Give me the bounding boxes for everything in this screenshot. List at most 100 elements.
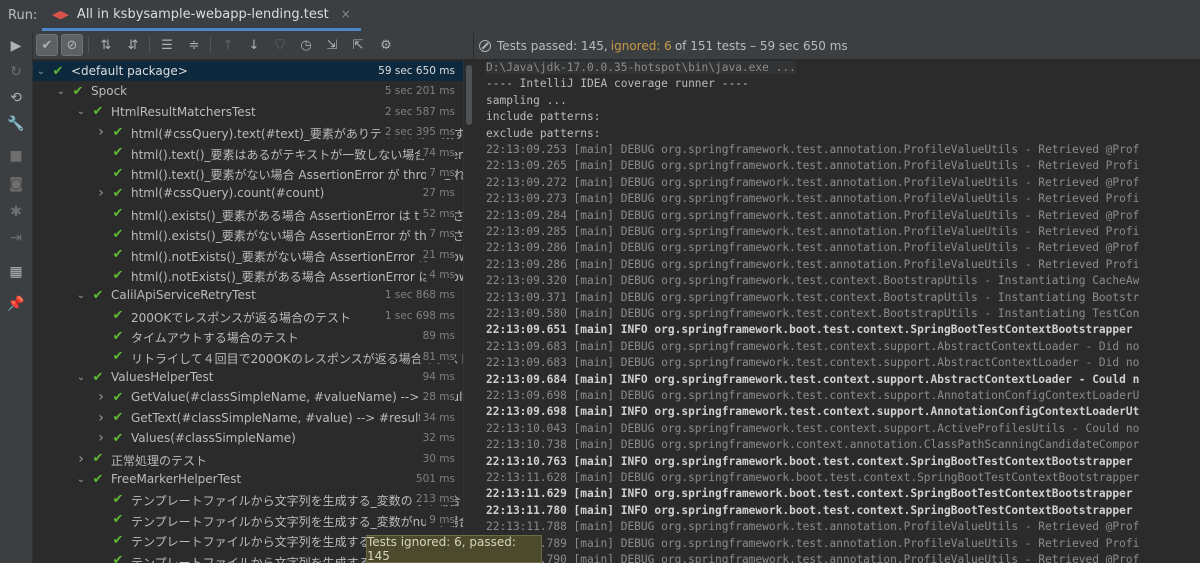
- console-line: 22:13:09.580 [main] DEBUG org.springfram…: [486, 307, 1140, 320]
- chevron-down-icon[interactable]: ⌄: [75, 471, 87, 487]
- tree-row[interactable]: ✔ html().notExists()_要素がない場合 AssertionErr…: [33, 245, 463, 265]
- console-line: 22:13:11.780 [main] INFO org.springframe…: [486, 503, 1133, 517]
- run-side-toolbar: ▶ ↻ ⟲ 🔧 ■ ◙ ✱ ⇥ ▦ 📌: [0, 32, 33, 563]
- run-config-tab[interactable]: ◀▶ All in ksbysample-webapp-lending.test…: [42, 0, 361, 31]
- tree-scrollbar[interactable]: [463, 59, 474, 563]
- rerun-failed-icon[interactable]: ↻: [6, 62, 26, 82]
- chevron-down-icon[interactable]: ⌄: [75, 104, 87, 120]
- console-line: ---- IntelliJ IDEA coverage runner ----: [486, 77, 749, 91]
- tests-passed-text: Tests passed: 145,: [497, 38, 608, 53]
- console-line: 22:13:09.698 [main] DEBUG org.springfram…: [486, 389, 1140, 402]
- test-duration: 74 ms: [419, 146, 455, 159]
- stop-icon[interactable]: ■: [6, 146, 26, 166]
- tree-row[interactable]: ⌄ ✔ HtmlResultMatchersTest 2 sec 587 ms: [33, 102, 463, 122]
- test-passed-icon: ✔: [92, 369, 104, 385]
- test-name: ValuesHelperTest: [111, 370, 214, 384]
- sort-duration-icon[interactable]: ⇵: [122, 34, 144, 56]
- tree-row[interactable]: › ✔ 正常処理のテスト 30 ms: [33, 449, 463, 469]
- console-line: 22:13:10.043 [main] DEBUG org.springfram…: [486, 421, 1140, 435]
- tree-row[interactable]: ⌄ ✔ ValuesHelperTest 94 ms: [33, 367, 463, 387]
- test-name: 正常処理のテスト: [111, 453, 208, 468]
- test-name: html(#cssQuery).count(#count): [131, 186, 325, 201]
- tree-row[interactable]: › ✔ GetValue(#classSimpleName, #valueName)…: [33, 387, 463, 407]
- wrench-icon[interactable]: 🔧: [6, 114, 26, 134]
- tree-row[interactable]: ✔ html().exists()_要素がない場合 AssertionError …: [33, 224, 463, 244]
- tree-row[interactable]: ›✔html(#cssQuery).text(#text)_要素がありテキストが…: [33, 122, 463, 142]
- console-line: include patterns:: [486, 110, 601, 124]
- test-status-bar: Tests passed: 145, ignored: 6 of 151 tes…: [474, 32, 1200, 60]
- chevron-down-icon[interactable]: ⌄: [75, 287, 87, 303]
- tests-tooltip: Tests ignored: 6, passed: 145: [366, 535, 542, 563]
- next-failed-icon[interactable]: ↓: [243, 34, 265, 56]
- scrollbar-thumb[interactable]: [466, 65, 472, 125]
- pin-icon[interactable]: 📌: [6, 294, 26, 314]
- history-icon[interactable]: ◷: [295, 34, 317, 56]
- test-duration: 89 ms: [419, 330, 455, 343]
- tree-row[interactable]: ✔ html().exists()_要素がある場合 AssertionError …: [33, 204, 463, 224]
- chevron-right-icon[interactable]: ›: [95, 430, 107, 446]
- tree-row[interactable]: › ✔ GetText(#classSimpleName, #value) --> …: [33, 408, 463, 428]
- settings-icon[interactable]: ✱: [6, 202, 26, 222]
- console-line: 22:13:09.286 [main] DEBUG org.springfram…: [486, 241, 1140, 255]
- chevron-right-icon[interactable]: ›: [95, 389, 107, 405]
- tree-row[interactable]: ✔ リトライして４回目で200OKのレスポンスが返る場合のテスト 81 ms: [33, 347, 463, 367]
- tree-row[interactable]: ✔ テンプレートファイルから文字列を生成する_変数のみの場合 213 ms: [33, 489, 463, 509]
- tree-row[interactable]: ✔ html().text()_要素がない場合 AssertionError が …: [33, 163, 463, 183]
- tree-row[interactable]: ✔ html().text()_要素はあるがテキストが一致しない場合 Assert…: [33, 143, 463, 163]
- tree-row[interactable]: ⌄ ✔ <default package> 59 sec 650 ms: [33, 61, 463, 81]
- console-line: 22:13:09.286 [main] DEBUG org.springfram…: [486, 257, 1140, 271]
- expand-all-icon[interactable]: ☰: [156, 34, 178, 56]
- camera-icon[interactable]: ◙: [6, 174, 26, 194]
- console-line: 22:13:11.790 [main] DEBUG org.springfram…: [486, 553, 1140, 563]
- tree-row[interactable]: ✔ 200OKでレスポンスが返る場合のテスト 1 sec 698 ms: [33, 306, 463, 326]
- tree-row[interactable]: ⌄ ✔ CalilApiServiceRetryTest 1 sec 868 ms: [33, 285, 463, 305]
- rerun-icon[interactable]: ▶: [6, 36, 26, 56]
- tree-row[interactable]: › ✔ html(#cssQuery).count(#count) 27 ms: [33, 183, 463, 203]
- chevron-right-icon[interactable]: ›: [75, 451, 87, 467]
- collapse-all-icon[interactable]: ≑: [183, 34, 205, 56]
- layout-icon[interactable]: ▦: [6, 262, 26, 282]
- exit-icon[interactable]: ⇥: [6, 228, 26, 248]
- import-tests-icon[interactable]: ⇲: [321, 34, 343, 56]
- close-icon[interactable]: ×: [341, 7, 351, 21]
- console-line: 22:13:10.763 [main] INFO org.springframe…: [486, 454, 1133, 468]
- coverage-shield-icon[interactable]: ⛉: [269, 34, 291, 56]
- sort-alpha-icon[interactable]: ⇅: [95, 34, 117, 56]
- tree-row[interactable]: ⌄ ✔ FreeMarkerHelperTest 501 ms: [33, 469, 463, 489]
- export-tests-icon[interactable]: ⇱: [347, 34, 369, 56]
- chevron-right-icon[interactable]: ›: [95, 185, 107, 201]
- test-passed-icon: ✔: [112, 349, 124, 365]
- tree-row[interactable]: ⌄ ✔ Spock 5 sec 201 ms: [33, 81, 463, 101]
- test-passed-icon: ✔: [112, 226, 124, 242]
- test-passed-icon: ✔: [112, 512, 124, 528]
- show-passed-icon[interactable]: ✔: [36, 34, 58, 56]
- chevron-right-icon[interactable]: ›: [95, 124, 107, 140]
- console-line: 22:13:09.265 [main] DEBUG org.springfram…: [486, 159, 1140, 173]
- show-ignored-icon[interactable]: ⊘: [61, 34, 83, 56]
- test-name: リトライして４回目で200OKのレスポンスが返る場合のテスト: [131, 351, 463, 366]
- test-passed-icon: ✔: [112, 165, 124, 181]
- chevron-down-icon[interactable]: ⌄: [35, 63, 47, 79]
- run-config-icon: ◀▶: [52, 7, 69, 21]
- test-name: Values(#classSimpleName): [131, 431, 296, 446]
- toggle-auto-test-icon[interactable]: ⟲: [6, 88, 26, 108]
- test-tree-toolbar: ✔ ⊘ ⇅ ⇵ ☰ ≑ ↑ ↓ ⛉ ◷ ⇲ ⇱ ⚙: [33, 32, 473, 60]
- tree-row[interactable]: › ✔ Values(#classSimpleName) 32 ms: [33, 428, 463, 448]
- settings-icon[interactable]: ⚙: [375, 34, 397, 56]
- chevron-right-icon[interactable]: ›: [95, 410, 107, 426]
- chevron-down-icon[interactable]: ⌄: [55, 83, 67, 99]
- test-duration: 5 sec 201 ms: [381, 85, 455, 98]
- tree-row[interactable]: ✔ タイムアウトする場合のテスト 89 ms: [33, 326, 463, 346]
- console-output[interactable]: D:\Java\jdk-17.0.0.35-hotspot\bin\java.e…: [474, 59, 1200, 563]
- test-name: html().text()_要素がない場合 AssertionError が t…: [131, 168, 463, 182]
- prev-failed-icon[interactable]: ↑: [217, 34, 239, 56]
- console-line: D:\Java\jdk-17.0.0.35-hotspot\bin\java.e…: [486, 61, 796, 74]
- run-tool-window-header: Run: ◀▶ All in ksbysample-webapp-lending…: [0, 0, 1200, 33]
- test-duration: 9 ms: [426, 513, 455, 526]
- tree-row[interactable]: ✔ html().notExists()_要素がある場合 AssertionErr…: [33, 265, 463, 285]
- test-duration: 81 ms: [419, 350, 455, 363]
- test-results-tree[interactable]: ⌄ ✔ <default package> 59 sec 650 ms ⌄ ✔ Spock 5…: [33, 59, 463, 563]
- tree-row[interactable]: ✔ テンプレートファイルから文字列を生成する_変数がnullの場合 9 ms: [33, 510, 463, 530]
- chevron-down-icon[interactable]: ⌄: [75, 369, 87, 385]
- console-line: 22:13:09.253 [main] DEBUG org.springfram…: [486, 143, 1140, 156]
